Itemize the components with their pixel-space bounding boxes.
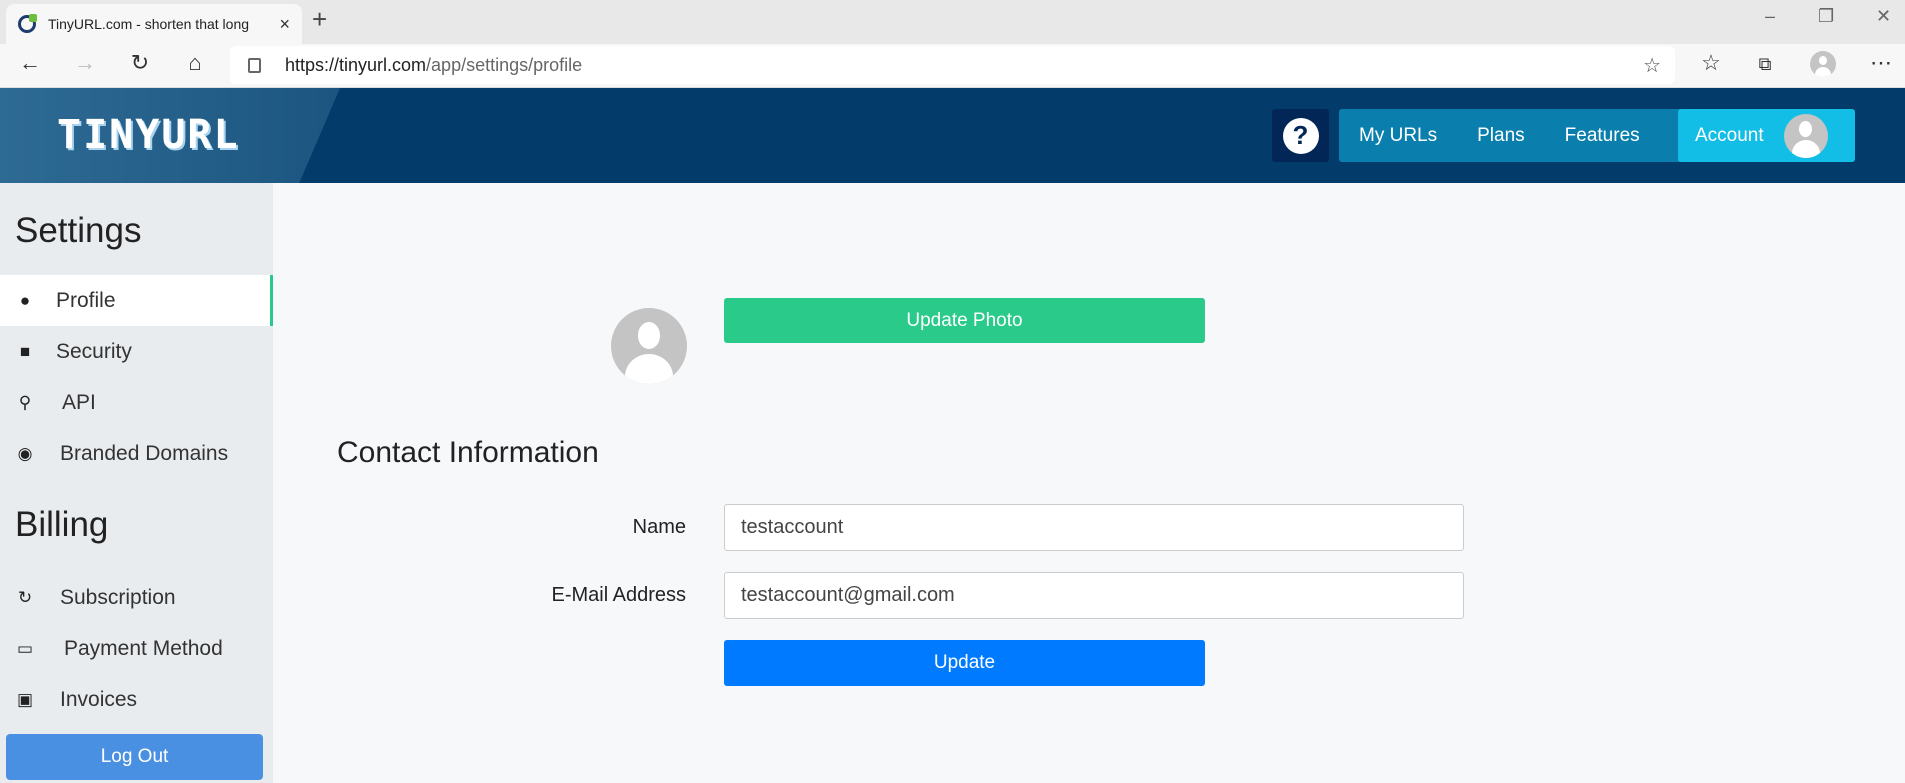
- user-icon: ●: [19, 290, 31, 310]
- favicon-icon: [18, 14, 37, 33]
- settings-heading: Settings: [15, 211, 142, 250]
- sidebar-item-label: Security: [56, 339, 132, 363]
- new-tab-button[interactable]: +: [312, 4, 327, 35]
- nav-features[interactable]: Features: [1545, 125, 1660, 147]
- browser-tab[interactable]: TinyURL.com - shorten that long ×: [6, 4, 302, 44]
- sidebar-item-security[interactable]: ■ Security: [0, 326, 273, 377]
- account-avatar: [1783, 113, 1828, 158]
- add-favorite-icon[interactable]: ☆: [1643, 53, 1661, 78]
- credit-card-icon: ▭: [16, 638, 34, 658]
- lock-icon: [248, 57, 261, 73]
- sidebar-item-label: API: [62, 390, 96, 414]
- profile-avatar: [611, 308, 687, 384]
- sidebar-item-invoices[interactable]: ▣ Invoices: [0, 674, 273, 725]
- sidebar-item-profile[interactable]: ● Profile: [0, 275, 273, 326]
- account-label: Account: [1695, 124, 1764, 146]
- log-out-button[interactable]: Log Out: [6, 734, 263, 780]
- tinyurl-logo[interactable]: TINYURL: [57, 112, 240, 158]
- email-label: E-Mail Address: [551, 584, 687, 606]
- sidebar: Settings ● Profile ■ Security ⚲ API ◉ Brande…: [0, 183, 273, 783]
- sidebar-item-branded-domains[interactable]: ◉ Branded Domains: [0, 428, 273, 479]
- back-icon[interactable]: ←: [15, 50, 45, 76]
- sidebar-item-label: Branded Domains: [60, 441, 229, 465]
- sidebar-item-label: Invoices: [60, 687, 138, 711]
- cart-icon: ▣: [16, 689, 34, 709]
- forward-icon[interactable]: →: [70, 50, 100, 76]
- question-icon: ?: [1282, 117, 1319, 154]
- home-icon[interactable]: ⌂: [180, 50, 210, 76]
- lock-icon: ■: [19, 341, 31, 361]
- refresh-icon: ↻: [17, 587, 33, 607]
- collections-icon[interactable]: ⧉: [1750, 54, 1780, 75]
- email-input[interactable]: [724, 572, 1464, 619]
- sidebar-item-label: Subscription: [60, 585, 176, 609]
- update-button[interactable]: Update: [724, 640, 1205, 686]
- key-icon: ⚲: [18, 392, 32, 412]
- name-input[interactable]: [724, 504, 1464, 551]
- more-icon[interactable]: ⋯: [1866, 50, 1896, 76]
- top-nav: My URLs Plans Features Account: [1339, 109, 1855, 162]
- url-path: /app/settings/profile: [426, 54, 583, 75]
- billing-heading: Billing: [15, 505, 109, 544]
- nav-my-urls[interactable]: My URLs: [1339, 125, 1457, 147]
- reload-icon[interactable]: ↻: [125, 50, 155, 76]
- url-host: https://tinyurl.com: [285, 54, 427, 75]
- tab-title: TinyURL.com - shorten that long: [48, 16, 250, 32]
- sidebar-item-label: Payment Method: [64, 636, 223, 660]
- close-tab-icon[interactable]: ×: [279, 14, 290, 35]
- sidebar-item-payment-method[interactable]: ▭ Payment Method: [0, 623, 273, 674]
- nav-plans[interactable]: Plans: [1457, 125, 1545, 147]
- contact-information-heading: Contact Information: [337, 436, 599, 469]
- sidebar-item-label: Profile: [56, 288, 116, 312]
- sidebar-item-api[interactable]: ⚲ API: [0, 377, 273, 428]
- favorites-icon[interactable]: ☆: [1696, 50, 1726, 76]
- account-menu[interactable]: Account: [1678, 109, 1855, 162]
- close-window-icon[interactable]: ✕: [1876, 6, 1891, 27]
- help-button[interactable]: ?: [1272, 109, 1329, 162]
- minimize-icon[interactable]: –: [1765, 6, 1775, 27]
- sidebar-item-subscription[interactable]: ↻ Subscription: [0, 572, 273, 623]
- name-label: Name: [632, 516, 686, 538]
- restore-icon[interactable]: ❐: [1818, 6, 1834, 27]
- update-photo-button[interactable]: Update Photo: [724, 298, 1205, 343]
- profile-icon[interactable]: [1810, 51, 1836, 77]
- address-bar[interactable]: https://tinyurl.com/app/settings/profile…: [230, 46, 1675, 84]
- globe-icon: ◉: [17, 443, 33, 463]
